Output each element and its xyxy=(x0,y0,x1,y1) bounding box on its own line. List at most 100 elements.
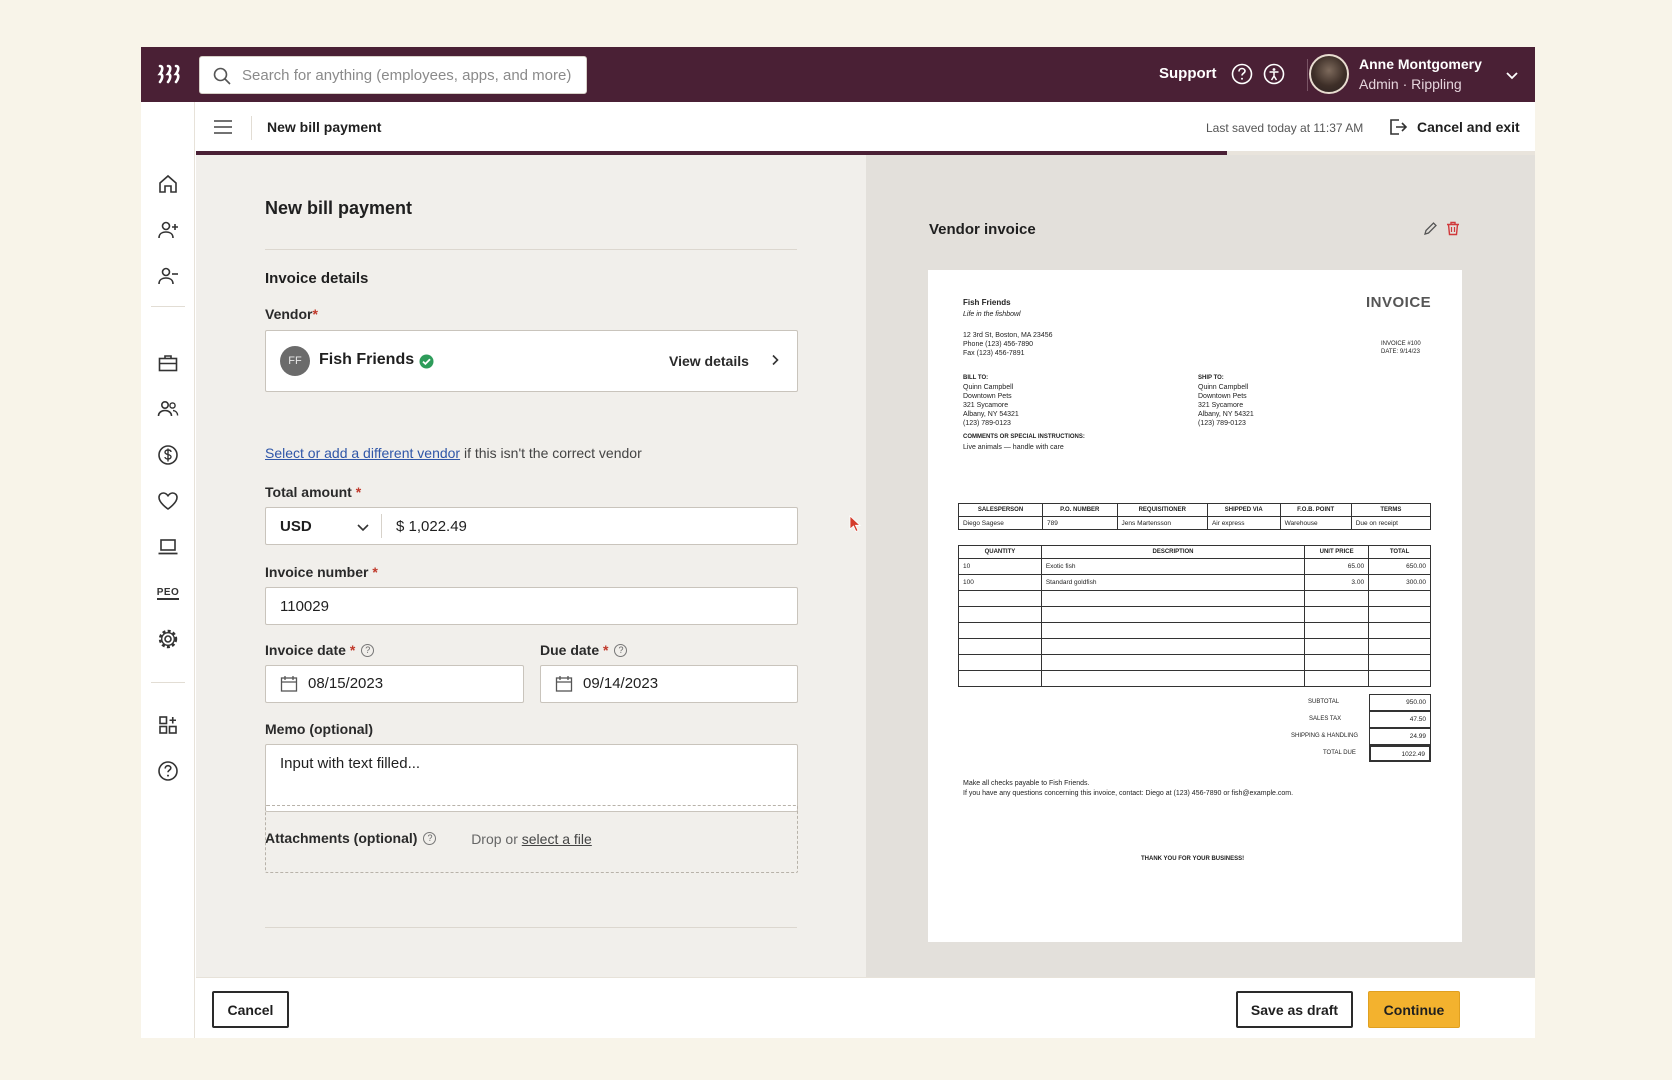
due-date-input[interactable]: 09/14/2023 xyxy=(583,675,658,692)
rippling-logo[interactable] xyxy=(157,62,183,86)
doc-meta-table: SALESPERSON P.O. NUMBER REQUISITIONER SH… xyxy=(958,503,1432,530)
dropzone-text: Drop or select a file xyxy=(471,831,592,847)
info-icon[interactable]: ? xyxy=(361,644,375,657)
doc-item-cell: 3.00 xyxy=(1304,574,1370,591)
help-icon[interactable] xyxy=(1231,63,1253,85)
view-details-link[interactable]: View details xyxy=(669,353,749,369)
invoice-number-label: Invoice number * xyxy=(265,564,378,580)
peo-icon[interactable]: PEO xyxy=(156,581,180,605)
select-file-link[interactable]: select a file xyxy=(522,831,592,847)
accessibility-icon[interactable] xyxy=(1263,63,1285,85)
doc-item-row: 100 Standard goldfish 3.00 300.00 xyxy=(958,574,1431,591)
doc-total-label: TOTAL DUE xyxy=(1323,750,1356,756)
user-name[interactable]: Anne Montgomery xyxy=(1359,56,1482,72)
avatar[interactable] xyxy=(1309,54,1349,94)
doc-total-value: 1022.49 xyxy=(1369,745,1431,762)
invoice-date-field[interactable]: 08/15/2023 xyxy=(265,665,524,703)
doc-date: DATE: 9/14/23 xyxy=(1381,349,1420,355)
cancel-button[interactable]: Cancel xyxy=(212,991,289,1028)
sidebar-divider xyxy=(151,306,185,307)
doc-item-cell xyxy=(1368,622,1431,639)
doc-item-cell: 100 xyxy=(958,574,1042,591)
doc-meta-cell: 789 xyxy=(1041,516,1118,530)
doc-item-cell xyxy=(1040,654,1306,671)
amount-input[interactable]: $ 1,022.49 xyxy=(396,518,467,535)
dollar-icon[interactable] xyxy=(156,443,180,467)
doc-item-cell xyxy=(1304,622,1370,639)
doc-item-cell: 10 xyxy=(958,558,1042,575)
memo-field[interactable]: Input with text filled... xyxy=(265,744,798,812)
change-vendor-link[interactable]: Select or add a different vendor xyxy=(265,445,460,461)
page-title: New bill payment xyxy=(267,119,382,135)
exit-icon[interactable] xyxy=(1388,117,1408,137)
vendor-card[interactable]: FF Fish Friends View details xyxy=(265,330,798,392)
doc-item-cell: 650.00 xyxy=(1368,558,1431,575)
doc-thanks: THANK YOU FOR YOUR BUSINESS! xyxy=(1141,856,1245,862)
home-icon[interactable] xyxy=(156,172,180,196)
doc-item-cell xyxy=(1040,590,1306,607)
doc-item-cell xyxy=(958,654,1042,671)
doc-meta-header: SALESPERSON xyxy=(958,503,1043,517)
edit-icon[interactable] xyxy=(1423,221,1438,236)
people-icon[interactable] xyxy=(156,397,180,421)
trash-icon[interactable] xyxy=(1446,221,1460,236)
invoice-number-input[interactable]: 110029 xyxy=(280,598,329,615)
total-amount-field[interactable]: USD $ 1,022.49 xyxy=(265,507,798,545)
briefcase-icon[interactable] xyxy=(156,351,180,375)
due-date-field[interactable]: 09/14/2023 xyxy=(540,665,798,703)
bill-payment-form: New bill payment Invoice details Vendor*… xyxy=(196,155,866,977)
doc-meta-header: REQUISITIONER xyxy=(1116,503,1208,517)
search-bar[interactable]: Search for anything (employees, apps, an… xyxy=(199,56,587,94)
doc-item-cell xyxy=(1304,654,1370,671)
save-draft-button[interactable]: Save as draft xyxy=(1236,991,1353,1028)
support-link[interactable]: Support xyxy=(1159,65,1217,82)
apps-add-icon[interactable] xyxy=(156,713,180,737)
chevron-down-icon[interactable] xyxy=(356,520,370,534)
invoice-date-input[interactable]: 08/15/2023 xyxy=(308,675,383,692)
app-window: Search for anything (employees, apps, an… xyxy=(141,47,1535,1038)
heart-icon[interactable] xyxy=(156,489,180,513)
gear-icon[interactable] xyxy=(156,627,180,651)
search-input[interactable]: Search for anything (employees, apps, an… xyxy=(242,67,571,84)
currency-select[interactable]: USD xyxy=(280,518,312,535)
doc-items-table: QUANTITY DESCRIPTION UNIT PRICE TOTAL 10… xyxy=(958,545,1431,687)
doc-ship-to-line: (123) 789-0123 xyxy=(1198,420,1246,427)
doc-item-cell: Standard goldfish xyxy=(1040,574,1306,591)
chevron-down-icon[interactable] xyxy=(1505,68,1519,82)
doc-note: If you have any questions concerning thi… xyxy=(963,790,1294,797)
doc-item-cell xyxy=(1304,606,1370,623)
chevron-right-icon[interactable] xyxy=(769,354,781,366)
menu-icon[interactable] xyxy=(214,120,232,134)
doc-item-row xyxy=(958,670,1431,687)
doc-item-cell xyxy=(958,622,1042,639)
doc-item-cell xyxy=(1304,670,1370,687)
divider xyxy=(265,927,797,928)
continue-button[interactable]: Continue xyxy=(1368,991,1460,1028)
laptop-icon[interactable] xyxy=(156,535,180,559)
footer-actions: Cancel Save as draft Continue xyxy=(196,977,1535,1038)
doc-item-row xyxy=(958,638,1431,655)
doc-item-cell xyxy=(1368,670,1431,687)
doc-item-cell xyxy=(1368,638,1431,655)
doc-bill-to-line: (123) 789-0123 xyxy=(963,420,1011,427)
doc-subtotal-value: 950.00 xyxy=(1369,694,1431,711)
verified-check-icon xyxy=(419,354,434,369)
user-role: Admin · Rippling xyxy=(1359,76,1462,92)
add-user-icon[interactable] xyxy=(156,218,180,242)
help-circle-icon[interactable] xyxy=(156,759,180,783)
invoice-number-field[interactable]: 110029 xyxy=(265,587,798,625)
doc-item-cell xyxy=(958,590,1042,607)
total-amount-label: Total amount * xyxy=(265,484,362,500)
memo-textarea[interactable]: Input with text filled... xyxy=(280,755,420,772)
doc-tax-label: SALES TAX xyxy=(1309,716,1342,722)
cancel-and-exit-button[interactable]: Cancel and exit xyxy=(1417,119,1520,135)
info-icon[interactable]: ? xyxy=(614,644,628,657)
due-date-label: Due date *? xyxy=(540,642,628,658)
file-dropzone[interactable]: Drop or select a file xyxy=(265,805,798,873)
doc-comments: Live animals — handle with care xyxy=(963,444,1064,451)
search-icon xyxy=(213,67,231,85)
section-title: Invoice details xyxy=(265,270,369,287)
remove-user-icon[interactable] xyxy=(156,264,180,288)
doc-tax-value: 47.50 xyxy=(1369,711,1431,728)
field-divider xyxy=(381,514,382,538)
